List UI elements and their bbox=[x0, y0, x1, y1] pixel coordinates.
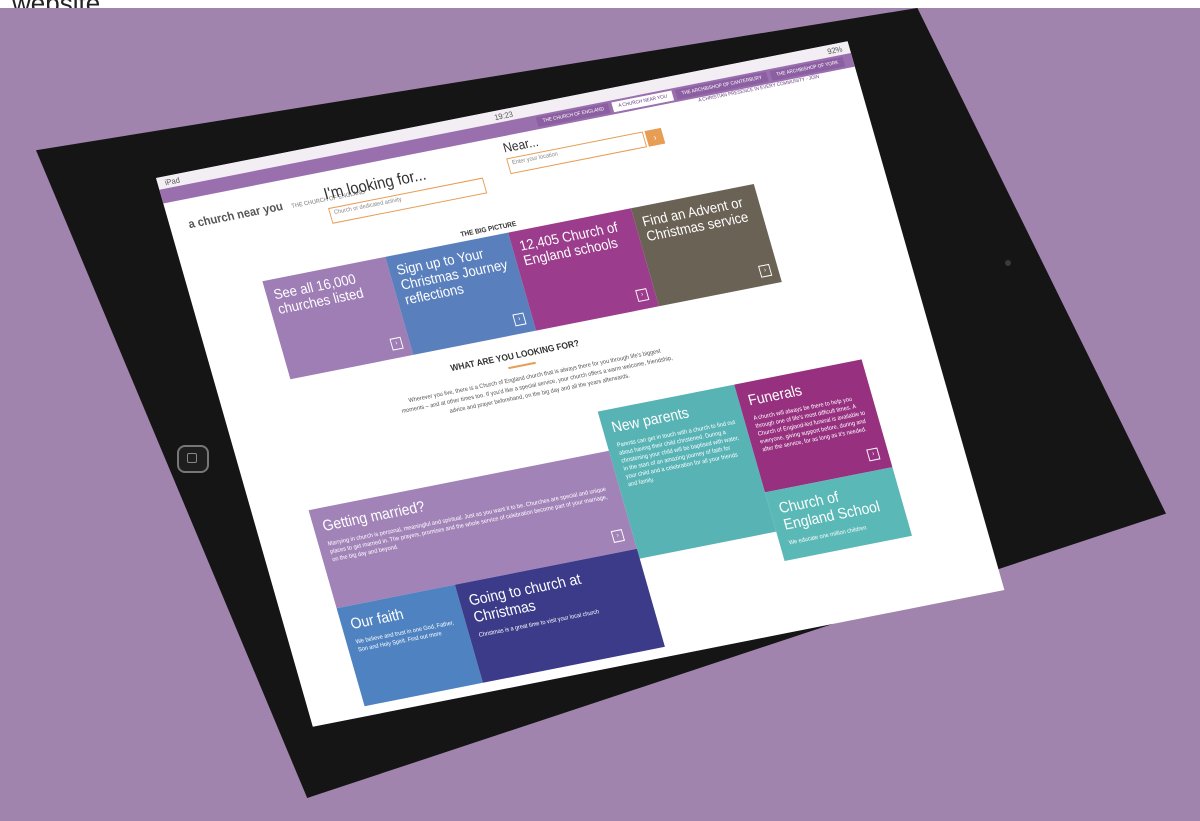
tile-find-advent-service[interactable]: Find an Advent or Christmas service › bbox=[630, 184, 782, 307]
page-caption: website bbox=[0, 0, 1200, 8]
tile-label: 12,405 Church of England schools bbox=[517, 218, 620, 269]
arrow-right-icon: › bbox=[866, 447, 881, 462]
tile-label: Sign up to Your Christmas Journey reflec… bbox=[394, 245, 510, 308]
heading-divider bbox=[508, 361, 536, 370]
arrow-right-icon: › bbox=[512, 312, 527, 327]
life-events-grid: Getting married? Marrying in church is p… bbox=[297, 354, 956, 707]
tile-label: See all 16,000 churches listed bbox=[271, 270, 366, 317]
arrow-right-icon: › bbox=[610, 529, 625, 543]
front-camera bbox=[1005, 260, 1011, 266]
home-button[interactable] bbox=[177, 445, 209, 473]
arrow-right-icon: › bbox=[635, 288, 650, 303]
go-button[interactable]: › bbox=[644, 127, 666, 147]
tile-label: Find an Advent or Christmas service bbox=[640, 193, 751, 245]
arrow-right-icon: › bbox=[389, 336, 404, 351]
ipad-device: iPad 19:23 92% THE CHURCH OF ENGLAND A C… bbox=[36, 8, 1166, 798]
arrow-right-icon: › bbox=[758, 263, 773, 278]
